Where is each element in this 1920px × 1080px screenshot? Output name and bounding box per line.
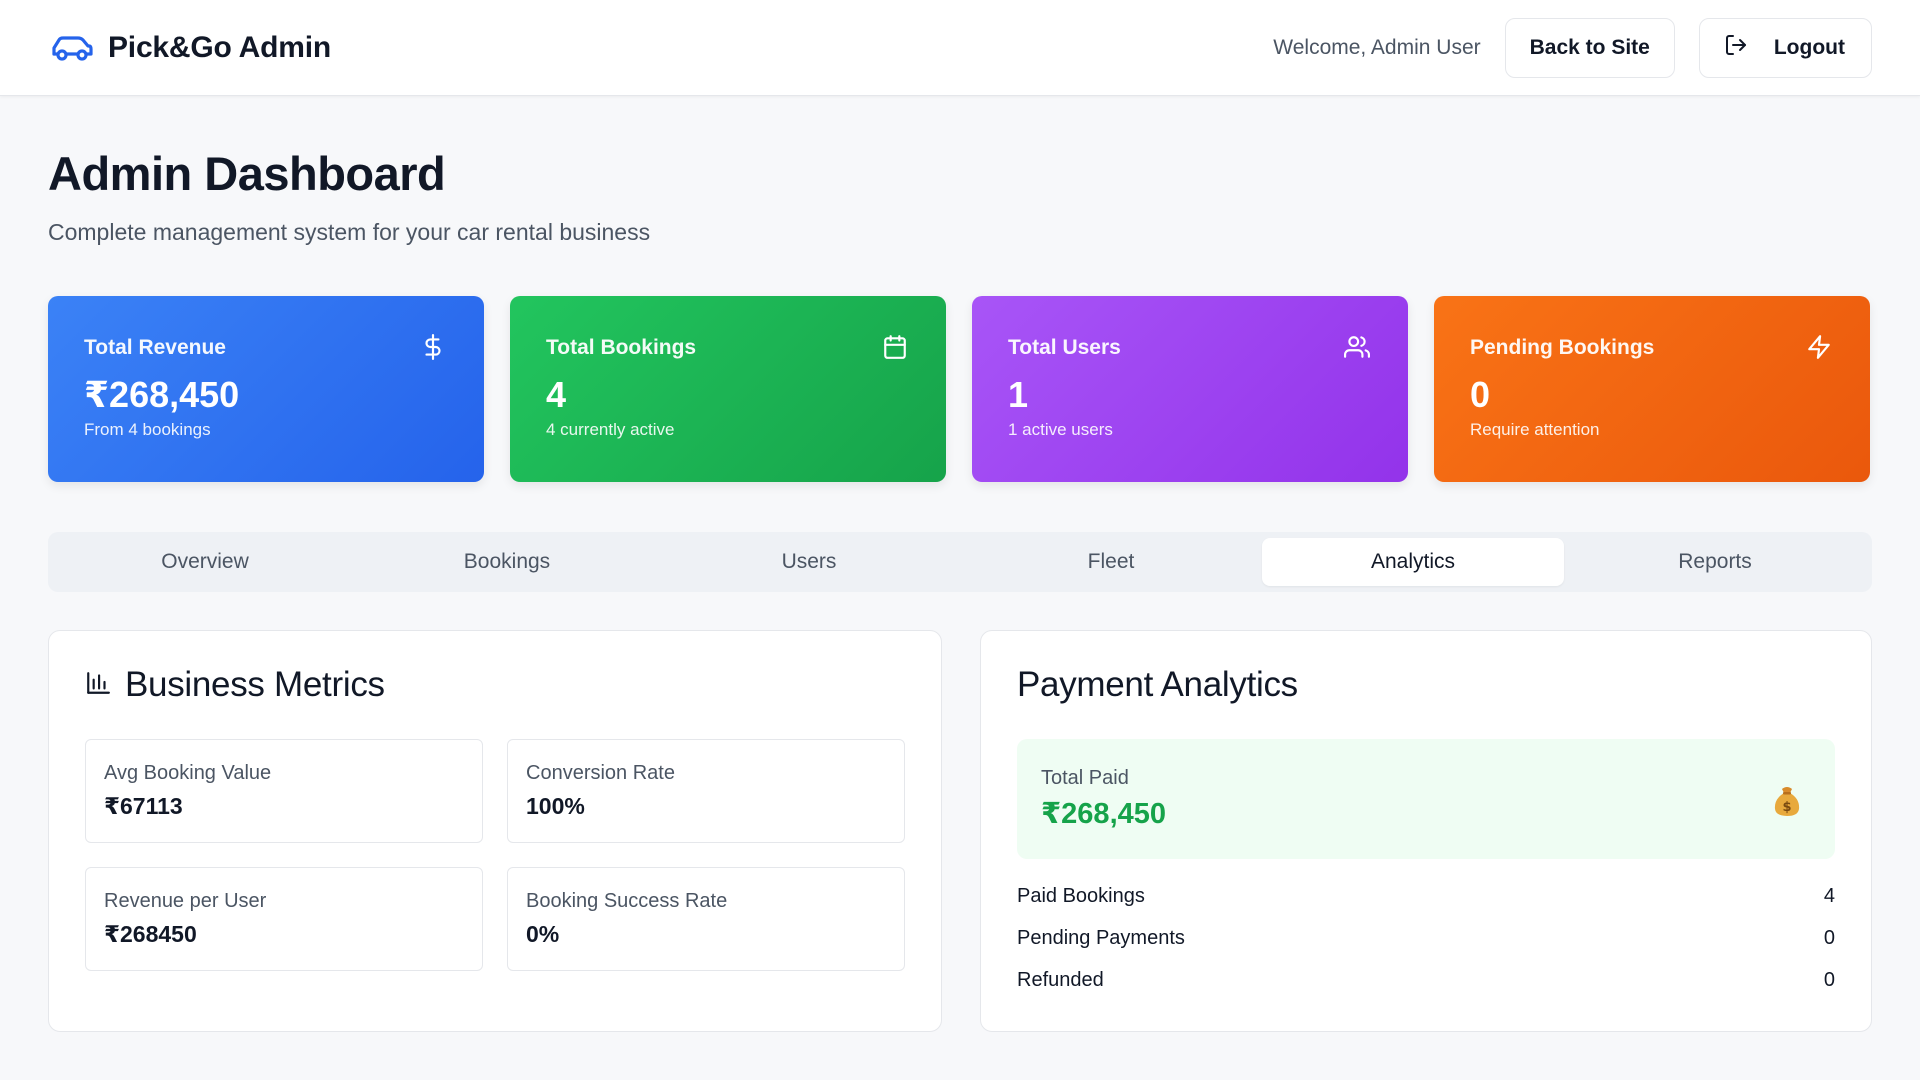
top-header: Pick&Go Admin Welcome, Admin User Back t… xyxy=(0,0,1920,96)
payment-row-refunded: Refunded 0 xyxy=(1017,969,1835,1011)
stat-subtext: 1 active users xyxy=(1008,420,1113,439)
stat-subtext: From 4 bookings xyxy=(84,420,211,439)
stat-card-total-revenue: Total Revenue ₹268,450 From 4 bookings xyxy=(48,296,484,482)
stat-label: Total Bookings xyxy=(546,336,697,359)
analytics-panels: Business Metrics Avg Booking Value ₹6711… xyxy=(48,630,1872,1032)
dollar-icon xyxy=(420,334,446,360)
stat-label: Pending Bookings xyxy=(1470,336,1655,359)
stat-value: ₹268,450 xyxy=(84,374,240,415)
bar-chart-icon xyxy=(85,665,111,705)
business-metrics-title: Business Metrics xyxy=(125,665,385,704)
users-icon xyxy=(1344,334,1370,360)
payment-row-label: Paid Bookings xyxy=(1017,885,1145,907)
payment-row-label: Pending Payments xyxy=(1017,927,1185,949)
total-paid-label: Total Paid xyxy=(1041,767,1129,789)
metric-label: Avg Booking Value xyxy=(104,762,272,784)
stat-label: Total Revenue xyxy=(84,336,226,359)
payment-row-paid-bookings: Paid Bookings 4 xyxy=(1017,885,1835,927)
payment-row-value: 4 xyxy=(1823,885,1835,907)
stat-card-pending-bookings: Pending Bookings 0 Require attention xyxy=(1434,296,1870,482)
payment-analytics-title: Payment Analytics xyxy=(1017,665,1298,704)
brand-title: Pick&Go Admin xyxy=(108,30,331,64)
main-content: Admin Dashboard Complete management syst… xyxy=(0,96,1920,1032)
back-to-site-label: Back to Site xyxy=(1529,35,1650,59)
metric-value: ₹268450 xyxy=(104,921,197,947)
stat-card-total-users: Total Users 1 1 active users xyxy=(972,296,1408,482)
back-to-site-button[interactable]: Back to Site xyxy=(1504,17,1675,78)
total-paid-value: ₹268,450 xyxy=(1041,798,1167,830)
welcome-text: Welcome, Admin User xyxy=(1273,35,1481,59)
dashboard-tabs: Overview Bookings Users Fleet Analytics … xyxy=(48,532,1872,592)
svg-text:$: $ xyxy=(1782,800,1791,815)
metric-label: Revenue per User xyxy=(104,890,267,912)
tab-bookings[interactable]: Bookings xyxy=(356,538,658,586)
stat-value: 4 xyxy=(546,374,567,415)
tab-fleet[interactable]: Fleet xyxy=(960,538,1262,586)
stat-subtext: Require attention xyxy=(1470,420,1600,439)
payment-analytics-panel: Payment Analytics Total Paid ₹268,450 $ … xyxy=(980,630,1872,1032)
stat-value: 1 xyxy=(1008,374,1029,415)
payment-row-value: 0 xyxy=(1823,927,1835,949)
car-icon xyxy=(48,24,96,72)
total-paid-box: Total Paid ₹268,450 $ xyxy=(1017,739,1835,859)
money-bag-icon: $ xyxy=(1769,783,1805,819)
stat-value: 0 xyxy=(1470,374,1491,415)
metric-value: 0% xyxy=(526,921,560,947)
page-title: Admin Dashboard xyxy=(48,147,446,200)
metric-label: Booking Success Rate xyxy=(526,890,728,912)
tab-users[interactable]: Users xyxy=(658,538,960,586)
business-metrics-panel: Business Metrics Avg Booking Value ₹6711… xyxy=(48,630,942,1032)
tab-reports[interactable]: Reports xyxy=(1564,538,1866,586)
logout-icon xyxy=(1724,33,1748,63)
stat-label: Total Users xyxy=(1008,336,1121,359)
payment-row-label: Refunded xyxy=(1017,969,1104,991)
payment-row-value: 0 xyxy=(1823,969,1835,991)
metric-value: ₹67113 xyxy=(104,793,183,819)
logout-button[interactable]: Logout xyxy=(1698,17,1872,78)
bolt-icon xyxy=(1806,334,1832,360)
metric-card-conversion-rate: Conversion Rate 100% xyxy=(507,739,905,843)
page-subtitle: Complete management system for your car … xyxy=(48,219,651,245)
tab-analytics[interactable]: Analytics xyxy=(1262,538,1564,586)
metric-value: 100% xyxy=(526,793,585,819)
brand[interactable]: Pick&Go Admin xyxy=(48,24,331,72)
metric-label: Conversion Rate xyxy=(526,762,675,784)
tab-overview[interactable]: Overview xyxy=(54,538,356,586)
stat-card-total-bookings: Total Bookings 4 4 currently active xyxy=(510,296,946,482)
metric-card-avg-booking-value: Avg Booking Value ₹67113 xyxy=(85,739,483,843)
metric-card-revenue-per-user: Revenue per User ₹268450 xyxy=(85,867,483,971)
stat-subtext: 4 currently active xyxy=(546,420,675,439)
metric-card-booking-success-rate: Booking Success Rate 0% xyxy=(507,867,905,971)
stats-row: Total Revenue ₹268,450 From 4 bookings T… xyxy=(48,296,1872,482)
calendar-icon xyxy=(882,334,908,360)
logout-label: Logout xyxy=(1773,35,1845,59)
payment-row-pending-payments: Pending Payments 0 xyxy=(1017,927,1835,969)
